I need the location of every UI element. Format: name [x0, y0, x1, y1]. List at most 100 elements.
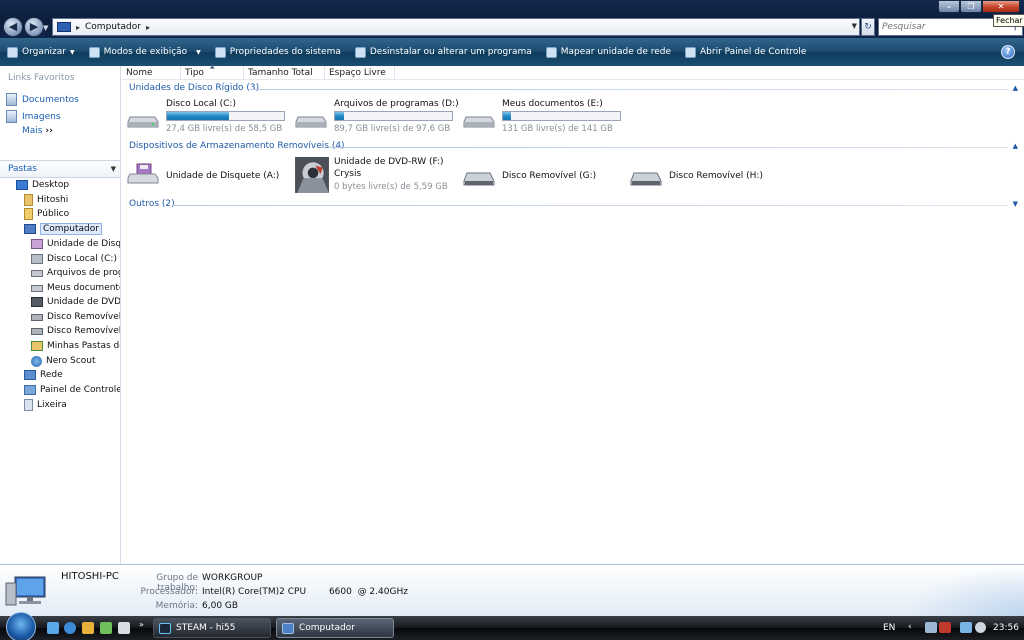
quicklaunch-ie-icon[interactable]: [64, 622, 76, 634]
drive-my-documents-e[interactable]: Meus documentos (E:) 131 GB livre(s) de …: [463, 99, 628, 139]
quicklaunch-folder-icon[interactable]: [118, 622, 130, 634]
drive-name: Unidade de Disquete (A:): [166, 171, 280, 181]
address-dropdown-icon[interactable]: ▼: [852, 22, 857, 30]
more-links[interactable]: Mais ››: [22, 126, 53, 136]
tree-item-removable-h[interactable]: Disco Removível (: [31, 324, 120, 338]
group-divider: [328, 147, 1008, 148]
close-button[interactable]: ✕: [982, 0, 1020, 13]
network-icon: [24, 370, 36, 380]
group-header-removable[interactable]: Dispositivos de Armazenamento Removíveis…: [129, 141, 345, 151]
drive-local-disk-c[interactable]: Disco Local (C:) 27,4 GB livre(s) de 58,…: [127, 99, 292, 139]
removable-drive-icon: [463, 172, 495, 186]
clock[interactable]: 23:56: [993, 623, 1019, 633]
tree-item-drive-d[interactable]: Arquivos de progr: [31, 266, 120, 280]
drive-name: Disco Local (C:): [166, 99, 236, 109]
title-bar: ◀ ▶ ▼ ▸ Computador ▸ ▼ ↻ ⚲ – ❐ ✕ Fechar: [0, 0, 1024, 38]
computer-name: HITOSHI-PC: [61, 571, 119, 582]
tree-item-network[interactable]: Rede: [24, 368, 63, 382]
show-hidden-icons-icon[interactable]: ‹: [908, 622, 912, 632]
breadcrumb-computer[interactable]: Computador: [85, 22, 141, 32]
tree-item-desktop[interactable]: Desktop: [16, 178, 69, 192]
drive-name: Arquivos de programas (D:): [334, 99, 459, 109]
task-button-computer[interactable]: Computador: [276, 618, 394, 638]
taskbar: » STEAM - hi55 Computador EN ‹ 23:56: [0, 612, 1024, 640]
help-icon[interactable]: ?: [1001, 45, 1015, 59]
system-properties-icon: [214, 46, 226, 58]
hard-drive-icon: [463, 116, 495, 128]
group-divider: [250, 89, 1008, 90]
tree-item-recycle-bin[interactable]: Lixeira: [24, 398, 67, 412]
drive-floppy-a[interactable]: Unidade de Disquete (A:): [127, 157, 292, 197]
memory-label: Memória:: [155, 601, 198, 611]
processor-value: Intel(R) Core(TM)2 CPU 6600 @ 2.40GHz: [202, 587, 408, 597]
drive-name: Disco Removível (H:): [669, 171, 763, 181]
search-input[interactable]: [879, 19, 1004, 35]
quicklaunch-media-icon[interactable]: [82, 622, 94, 634]
collapse-chevron-icon[interactable]: ▲: [1013, 142, 1018, 150]
organize-button[interactable]: Organizar ▼: [0, 38, 82, 66]
drive-removable-h[interactable]: Disco Removível (H:): [630, 157, 795, 197]
hard-drive-icon: [31, 284, 43, 292]
control-panel-icon: [685, 46, 697, 58]
folders-header[interactable]: Pastas ▼: [0, 160, 120, 178]
tree-item-nero-scout[interactable]: Nero Scout: [31, 354, 96, 368]
views-button[interactable]: Modos de exibição ▼: [82, 38, 208, 66]
tree-item-local-disk-c[interactable]: Disco Local (C:): [31, 252, 117, 266]
tree-item-control-panel[interactable]: Painel de Controle: [24, 383, 120, 397]
group-divider: [172, 205, 1008, 206]
dvd-drive-icon: [31, 297, 43, 307]
system-properties-button[interactable]: Propriedades do sistema: [208, 38, 348, 66]
group-header-others[interactable]: Outros (2): [129, 199, 175, 209]
tree-item-removable-g[interactable]: Disco Removível (: [31, 310, 120, 324]
column-header-free-space[interactable]: Espaço Livre: [325, 66, 395, 80]
expand-chevron-icon[interactable]: ▼: [1013, 200, 1018, 208]
breadcrumb-separator-icon[interactable]: ▸: [76, 23, 80, 32]
quicklaunch-more-icon[interactable]: »: [139, 620, 144, 629]
open-control-panel-button[interactable]: Abrir Painel de Controle: [678, 38, 813, 66]
chevron-down-icon: ▼: [70, 48, 75, 56]
map-network-drive-button[interactable]: Mapear unidade de rede: [539, 38, 678, 66]
uninstall-program-button[interactable]: Desinstalar ou alterar um programa: [348, 38, 539, 66]
quicklaunch-network-icon[interactable]: [47, 622, 59, 634]
quicklaunch-messenger-icon[interactable]: [100, 622, 112, 634]
column-header-total-size[interactable]: Tamanho Total: [244, 66, 325, 80]
floppy-drive-icon: [31, 239, 43, 249]
tray-app-icon[interactable]: [925, 622, 937, 633]
recent-pages-dropdown-icon[interactable]: ▼: [43, 24, 48, 32]
tree-item-dvd-drive[interactable]: Unidade de DVD-I: [31, 295, 120, 309]
network-disconnected-icon[interactable]: [939, 622, 951, 633]
minimize-button[interactable]: –: [938, 0, 960, 13]
volume-icon[interactable]: [975, 622, 986, 633]
hard-drive-icon: [31, 269, 43, 277]
drive-program-files-d[interactable]: Arquivos de programas (D:) 89,7 GB livre…: [295, 99, 460, 139]
address-bar[interactable]: ▸ Computador ▸ ▼: [52, 18, 860, 36]
breadcrumb-chevron-icon[interactable]: ▸: [146, 23, 150, 32]
tree-item-computer[interactable]: Computador: [24, 222, 102, 236]
removable-drive-icon: [31, 327, 43, 335]
tree-item-floppy-drive[interactable]: Unidade de Disque: [31, 237, 120, 251]
forward-button[interactable]: ▶: [24, 17, 44, 37]
maximize-button[interactable]: ❐: [960, 0, 982, 13]
tree-item-shared-folders[interactable]: Minhas Pastas de C: [31, 339, 120, 353]
processor-label: Processador:: [140, 587, 198, 597]
column-header-name[interactable]: Nome: [122, 66, 181, 80]
shared-folders-icon: [31, 341, 43, 351]
removable-drive-icon: [630, 172, 662, 186]
group-header-hard-disks[interactable]: Unidades de Disco Rígido (3): [129, 83, 259, 93]
tray-monitor-icon[interactable]: [960, 622, 972, 633]
tree-item-user-folder[interactable]: Hitoshi: [24, 193, 68, 207]
task-button-steam[interactable]: STEAM - hi55: [153, 618, 271, 638]
language-indicator[interactable]: EN: [883, 623, 895, 633]
desktop-icon: [16, 180, 28, 190]
tree-item-public[interactable]: Público: [24, 207, 69, 221]
back-button[interactable]: ◀: [3, 17, 23, 37]
drive-removable-g[interactable]: Disco Removível (G:): [463, 157, 628, 197]
refresh-button[interactable]: ↻: [861, 18, 875, 36]
tree-item-drive-e[interactable]: Meus documentos: [31, 281, 120, 295]
drive-dvd-f[interactable]: Unidade de DVD-RW (F:) Crysis 0 bytes li…: [295, 157, 460, 197]
collapse-chevron-icon[interactable]: ▲: [1013, 84, 1018, 92]
start-button[interactable]: [6, 612, 36, 640]
drive-usage-fill: [167, 112, 229, 120]
favorite-link-pictures[interactable]: Imagens: [6, 110, 61, 123]
favorite-link-documents[interactable]: Documentos: [6, 93, 79, 106]
